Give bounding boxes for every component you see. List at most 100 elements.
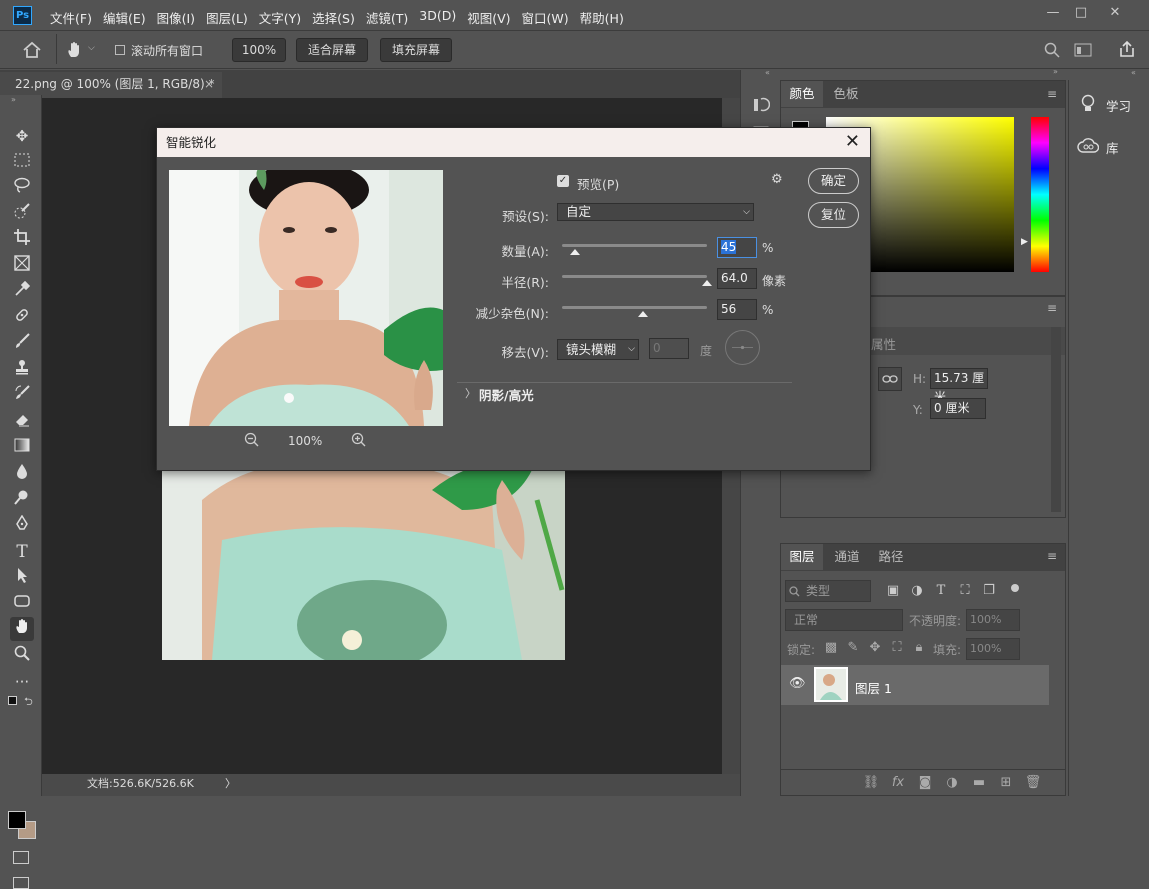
panel-menu-icon[interactable]: ≡ — [1047, 87, 1057, 101]
zoom-100-button[interactable]: 100% — [232, 38, 286, 62]
collapse-icon[interactable]: « — [1131, 68, 1136, 77]
frame-tool-icon[interactable] — [10, 254, 34, 278]
dodge-tool-icon[interactable] — [10, 488, 34, 512]
default-colors-icon[interactable] — [8, 696, 17, 705]
tab-channels[interactable]: 通道 — [827, 544, 867, 570]
delete-layer-icon[interactable]: 🗑︎ — [1023, 773, 1043, 793]
dialog-close-icon[interactable]: ✕ — [845, 132, 860, 152]
hand-tool-icon[interactable] — [10, 617, 34, 641]
properties-scrollbar[interactable] — [1051, 327, 1061, 512]
angle-field[interactable]: 0 — [649, 338, 689, 359]
reset-button[interactable]: 复位 — [808, 202, 859, 228]
filter-type-icon[interactable]: T — [931, 581, 951, 601]
menu-edit[interactable]: 编辑(E) — [103, 8, 146, 27]
more-tools-icon[interactable]: ··· — [10, 670, 34, 694]
foreground-color-swatch[interactable] — [8, 811, 26, 829]
angle-dial[interactable] — [724, 329, 761, 366]
scroll-all-checkbox[interactable] — [115, 45, 125, 55]
search-icon[interactable] — [1044, 42, 1060, 58]
hue-slider[interactable] — [1031, 117, 1049, 272]
amount-slider-thumb[interactable] — [570, 249, 581, 255]
tab-color[interactable]: 颜色 — [781, 81, 823, 107]
zoom-out-icon[interactable] — [244, 432, 260, 448]
maximize-button[interactable]: □ — [1069, 5, 1093, 21]
collapse-icon[interactable]: » — [11, 95, 16, 104]
panel-menu-icon[interactable]: ≡ — [1047, 549, 1057, 563]
crop-tool-icon[interactable] — [10, 228, 34, 252]
menu-help[interactable]: 帮助(H) — [580, 8, 624, 27]
remove-select[interactable]: 镜头模糊 ⌵ — [557, 339, 639, 360]
filter-toggle-icon[interactable] — [1011, 584, 1019, 592]
hand-tool-icon[interactable] — [65, 40, 85, 60]
lock-transparency-icon[interactable]: ▩ — [821, 638, 841, 658]
close-window-button[interactable]: ✕ — [1103, 5, 1127, 21]
layer-style-icon[interactable]: fx — [888, 773, 908, 793]
menu-layer[interactable]: 图层(L) — [206, 8, 248, 27]
add-mask-icon[interactable]: ◙ — [915, 773, 935, 793]
new-group-icon[interactable]: ▬ — [969, 773, 989, 793]
lock-position-icon[interactable]: ✥ — [865, 638, 885, 658]
radius-field[interactable]: 64.0 — [717, 268, 757, 289]
tab-paths[interactable]: 路径 — [871, 544, 911, 570]
chevron-right-icon[interactable]: 〉 — [465, 385, 476, 401]
swap-colors-icon[interactable]: ⮌ — [24, 693, 33, 712]
menu-image[interactable]: 图像(I) — [157, 8, 195, 27]
zoom-in-icon[interactable] — [351, 432, 367, 448]
zoom-tool-icon[interactable] — [10, 644, 34, 668]
workspace-icon[interactable] — [1074, 43, 1092, 57]
hue-slider-thumb[interactable]: ▶ — [1021, 237, 1028, 247]
menu-window[interactable]: 窗口(W) — [522, 8, 569, 27]
close-tab-icon[interactable]: × — [204, 72, 214, 96]
blend-mode-select[interactable]: 正常 — [785, 609, 903, 631]
adjustment-layer-icon[interactable]: ◑ — [942, 773, 962, 793]
amount-field[interactable]: 45 — [717, 237, 757, 258]
status-arrow-icon[interactable]: 〉 — [225, 774, 236, 794]
menu-file[interactable]: 文件(F) — [50, 8, 92, 27]
radius-slider[interactable] — [562, 275, 707, 278]
opacity-field[interactable]: 100% — [966, 609, 1020, 631]
type-tool-icon[interactable]: T — [10, 540, 34, 564]
library-button[interactable]: 库 — [1069, 132, 1149, 160]
gradient-tool-icon[interactable] — [10, 436, 34, 460]
amount-slider[interactable] — [562, 244, 707, 247]
clone-stamp-tool-icon[interactable] — [10, 358, 34, 382]
quick-mask-icon[interactable] — [13, 851, 29, 864]
minimize-button[interactable]: — — [1041, 5, 1065, 21]
preview-checkbox[interactable]: ✓ — [557, 175, 569, 187]
quick-select-tool-icon[interactable] — [10, 202, 34, 226]
move-tool-icon[interactable]: ✥ — [10, 124, 34, 148]
preset-select[interactable]: 自定 ⌵ — [557, 203, 754, 221]
pen-tool-icon[interactable] — [10, 514, 34, 538]
tab-layers[interactable]: 图层 — [781, 544, 823, 570]
tab-swatches[interactable]: 色板 — [825, 81, 867, 107]
blur-tool-icon[interactable] — [10, 462, 34, 486]
menu-3d[interactable]: 3D(D) — [419, 8, 456, 27]
path-select-tool-icon[interactable] — [10, 566, 34, 590]
filter-smart-object-icon[interactable]: ❐ — [979, 581, 999, 601]
eyedropper-tool-icon[interactable] — [10, 280, 34, 304]
eraser-tool-icon[interactable] — [10, 410, 34, 434]
radius-slider-thumb[interactable] — [702, 280, 712, 286]
filter-pixel-icon[interactable]: ▣ — [883, 581, 903, 601]
history-brush-tool-icon[interactable] — [10, 384, 34, 408]
learn-button[interactable]: 学习 — [1069, 90, 1149, 118]
share-icon[interactable] — [1118, 40, 1136, 58]
menu-filter[interactable]: 滤镜(T) — [366, 8, 408, 27]
menu-type[interactable]: 文字(Y) — [259, 8, 301, 27]
panel-menu-icon[interactable]: ≡ — [1047, 301, 1057, 315]
link-layers-icon[interactable]: ⛓︎ — [861, 773, 881, 793]
height-field[interactable]: 15.73 厘米 — [930, 368, 988, 404]
filter-shape-icon[interactable]: ⛶ — [955, 581, 975, 601]
y-field[interactable]: 0 厘米 — [930, 398, 986, 419]
fill-field[interactable]: 100% — [966, 638, 1020, 660]
noise-slider-thumb[interactable] — [638, 311, 649, 317]
new-layer-icon[interactable]: ⊞ — [996, 773, 1016, 793]
gear-icon[interactable]: ⚙︎ — [771, 172, 783, 187]
screen-mode-icon[interactable] — [13, 877, 29, 889]
layer-row[interactable]: 👁︎ 图层 1 — [781, 665, 1049, 705]
fill-screen-button[interactable]: 填充屏幕 — [380, 38, 452, 62]
brush-tool-icon[interactable] — [10, 332, 34, 356]
home-icon[interactable] — [22, 41, 42, 59]
collapse-icon[interactable]: » — [1053, 67, 1058, 76]
lasso-tool-icon[interactable] — [10, 176, 34, 200]
